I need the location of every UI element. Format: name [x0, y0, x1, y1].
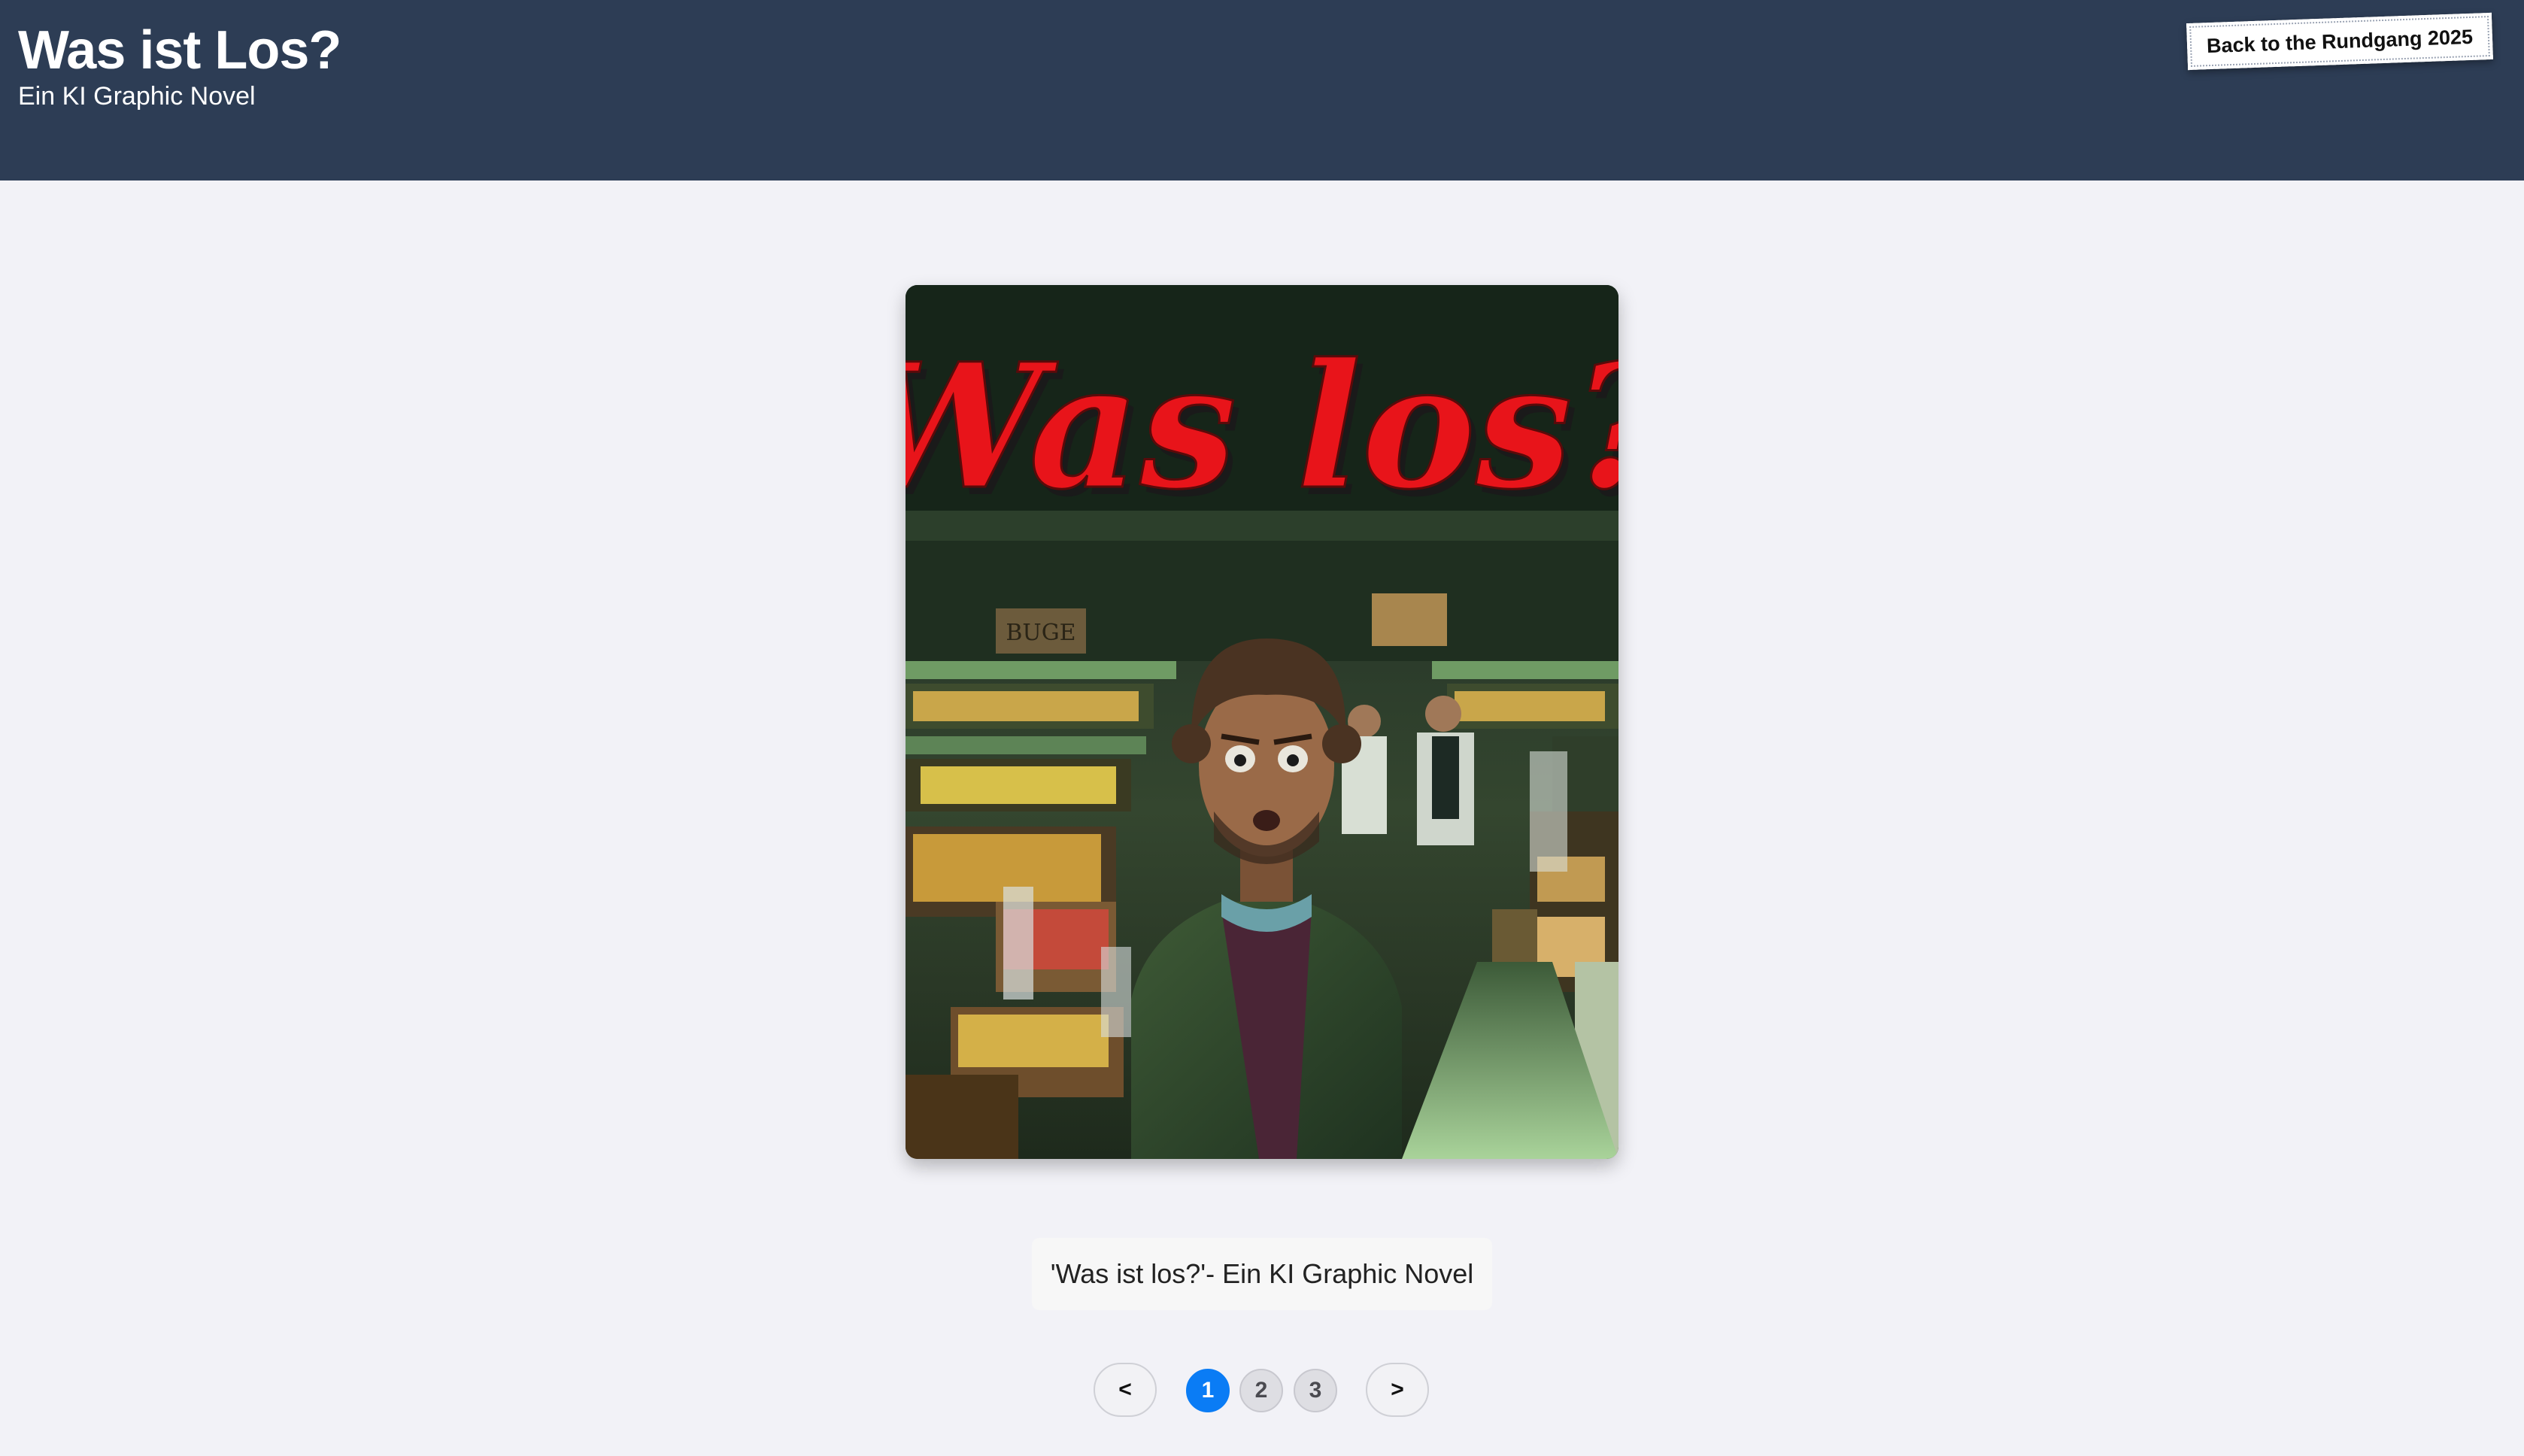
store-sign-text: BUGE: [1006, 620, 1075, 646]
page-1-button[interactable]: 1: [1186, 1369, 1230, 1412]
page-2-button[interactable]: 2: [1239, 1369, 1283, 1412]
site-subtitle: Ein KI Graphic Novel: [18, 82, 256, 111]
cover-title: Was los?: [906, 326, 1618, 527]
back-to-rundgang-button[interactable]: Back to the Rundgang 2025: [2186, 12, 2493, 71]
pagination: < 1 2 3 >: [0, 1363, 2524, 1420]
site-header: Was ist Los? Ein KI Graphic Novel Back t…: [0, 0, 2524, 180]
cover-illustration: BUGE as los as los: [906, 285, 1618, 1159]
image-caption: 'Was ist los?'- Ein KI Graphic Novel: [1032, 1238, 1492, 1310]
site-title: Was ist Los?: [18, 20, 341, 80]
previous-page-button[interactable]: <: [1094, 1363, 1157, 1417]
next-page-button[interactable]: >: [1366, 1363, 1429, 1417]
page-3-button[interactable]: 3: [1294, 1369, 1337, 1412]
comic-cover-image: BUGE as los as los: [906, 285, 1618, 1159]
staff-figures: [1342, 696, 1474, 845]
box: [1372, 593, 1447, 646]
